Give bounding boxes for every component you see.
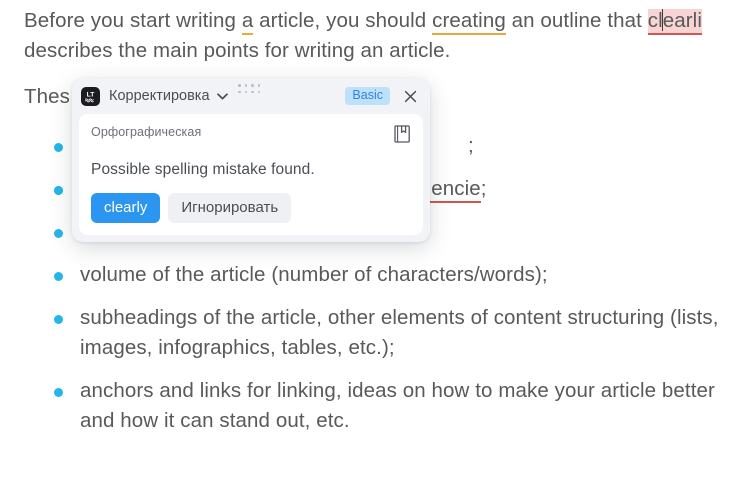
list-item: anchors and links for linking, ideas on …: [50, 376, 720, 436]
error-text-before-caret: cl: [647, 9, 663, 32]
error-category-label: Орфографическая: [91, 125, 202, 139]
list-item-text: subheadings of the article, other elemen…: [80, 306, 719, 359]
list-item-text: volume of the article (number of charact…: [80, 263, 548, 286]
paragraph-intro: Before you start writing a article, you …: [24, 6, 714, 66]
apply-suggestion-button[interactable]: clearly: [91, 193, 161, 223]
text-segment: describes the main points for writing an…: [24, 39, 451, 62]
screenshot-root: Before you start writing a article, you …: [0, 0, 736, 502]
category-row: Орфографическая: [91, 125, 411, 148]
grammar-error-creating[interactable]: creating: [432, 9, 506, 35]
list-item-text: anchors and links for linking, ideas on …: [80, 379, 715, 432]
grammar-error-a[interactable]: a: [241, 9, 254, 35]
dictionary-book-icon[interactable]: [394, 125, 411, 148]
plan-badge-basic[interactable]: Basic: [345, 87, 390, 105]
close-icon[interactable]: [402, 88, 418, 104]
list-item-text: ;: [468, 134, 474, 157]
error-message: Possible spelling mistake found.: [91, 161, 315, 178]
error-text-after-caret: earli: [662, 9, 702, 32]
text-segment: Before you start writing: [24, 9, 242, 32]
svg-text:LT: LT: [87, 91, 96, 98]
list-item: subheadings of the article, other elemen…: [50, 303, 720, 363]
ignore-button[interactable]: Игнорировать: [168, 193, 292, 223]
card-actions: clearly Игнорировать: [91, 193, 411, 223]
active-spelling-error-clearli[interactable]: clearli: [647, 9, 702, 35]
languagetool-popup: LT Корректировка Basic Орфографическая P…: [72, 78, 430, 242]
text-segment: article, you should: [253, 9, 433, 32]
text-segment: an outline that: [505, 9, 648, 32]
languagetool-logo-icon: LT: [81, 86, 100, 106]
drag-dots-icon[interactable]: [238, 84, 262, 95]
suggestion-card: Орфографическая Possible spelling mistak…: [79, 114, 423, 235]
list-item: volume of the article (number of charact…: [50, 260, 720, 290]
chevron-down-icon[interactable]: [216, 92, 228, 100]
text-segment: ;: [480, 177, 487, 200]
popup-title: Корректировка: [109, 88, 210, 104]
popup-header: LT Корректировка Basic: [72, 78, 430, 114]
